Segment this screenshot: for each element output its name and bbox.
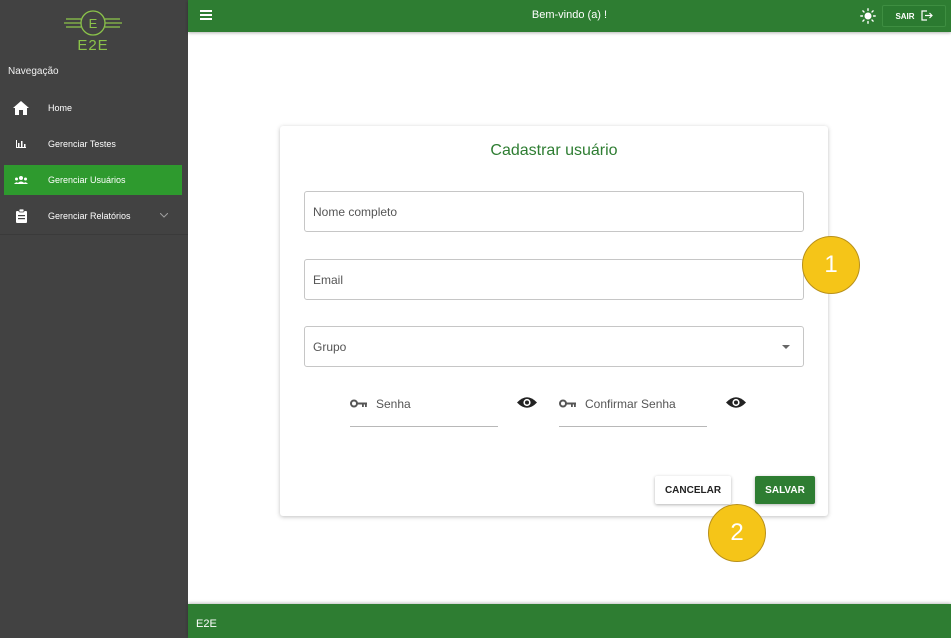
nav-heading: Navegação: [8, 66, 59, 77]
footer: E2E: [188, 604, 951, 638]
app-logo[interactable]: E E2E: [62, 6, 124, 60]
full-name-input[interactable]: Nome completo: [304, 191, 804, 232]
annotation-marker-1: 1: [802, 236, 860, 294]
sidebar-item-reports[interactable]: Gerenciar Relatórios: [0, 198, 188, 234]
sidebar-item-home[interactable]: Home: [0, 90, 188, 126]
sidebar-item-label: Gerenciar Usuários: [48, 175, 126, 185]
confirm-password-input[interactable]: Confirmar Senha: [559, 390, 707, 427]
page-title: Bem-vindo (a) !: [531, 9, 608, 21]
brightness-icon[interactable]: [860, 8, 876, 29]
sidebar-item-label: Gerenciar Testes: [48, 139, 116, 149]
group-select[interactable]: Grupo: [304, 326, 804, 367]
eye-icon[interactable]: [517, 396, 537, 414]
sidebar: E E2E Navegação Home Gerenciar Testes Ge…: [0, 0, 188, 638]
logout-label: SAIR: [895, 11, 915, 21]
key-icon: [350, 397, 368, 411]
home-icon: [10, 101, 32, 115]
logo-letter: E: [89, 16, 98, 31]
key-icon: [559, 397, 577, 411]
full-name-placeholder: Nome completo: [313, 205, 398, 219]
dropdown-arrow-icon: [782, 345, 790, 349]
logout-button[interactable]: SAIR: [882, 5, 946, 27]
register-user-card: Cadastrar usuário Nome completo Email Gr…: [280, 126, 828, 516]
users-icon: [10, 176, 32, 184]
save-button[interactable]: SALVAR: [755, 476, 815, 504]
top-app-bar: Bem-vindo (a) ! SAIR: [188, 0, 951, 32]
annotation-marker-2: 2: [708, 504, 766, 562]
logo-text: E2E: [77, 37, 109, 54]
sidebar-item-tests[interactable]: Gerenciar Testes: [0, 126, 188, 162]
form-title: Cadastrar usuário: [490, 142, 618, 159]
sidebar-item-label: Home: [48, 103, 73, 113]
email-placeholder: Email: [313, 273, 344, 287]
sidebar-item-label: Gerenciar Relatórios: [48, 211, 131, 221]
email-input[interactable]: Email: [304, 259, 804, 300]
eye-icon[interactable]: [726, 396, 746, 414]
bar-chart-icon: [10, 140, 32, 148]
sidebar-item-users[interactable]: Gerenciar Usuários: [4, 165, 182, 195]
footer-text: E2E: [196, 618, 217, 630]
logo-emblem-icon: E: [64, 10, 122, 36]
password-placeholder: Senha: [376, 397, 411, 411]
clipboard-icon: [10, 209, 32, 223]
nav-divider: [0, 234, 188, 235]
logout-icon: [920, 9, 933, 23]
confirm-password-placeholder: Confirmar Senha: [585, 397, 676, 411]
group-placeholder: Grupo: [313, 340, 347, 354]
chevron-down-icon[interactable]: [159, 210, 169, 220]
nav-list: Home Gerenciar Testes Gerenciar Usuários…: [0, 90, 188, 234]
password-input[interactable]: Senha: [350, 390, 498, 427]
cancel-button[interactable]: CANCELAR: [655, 476, 731, 504]
